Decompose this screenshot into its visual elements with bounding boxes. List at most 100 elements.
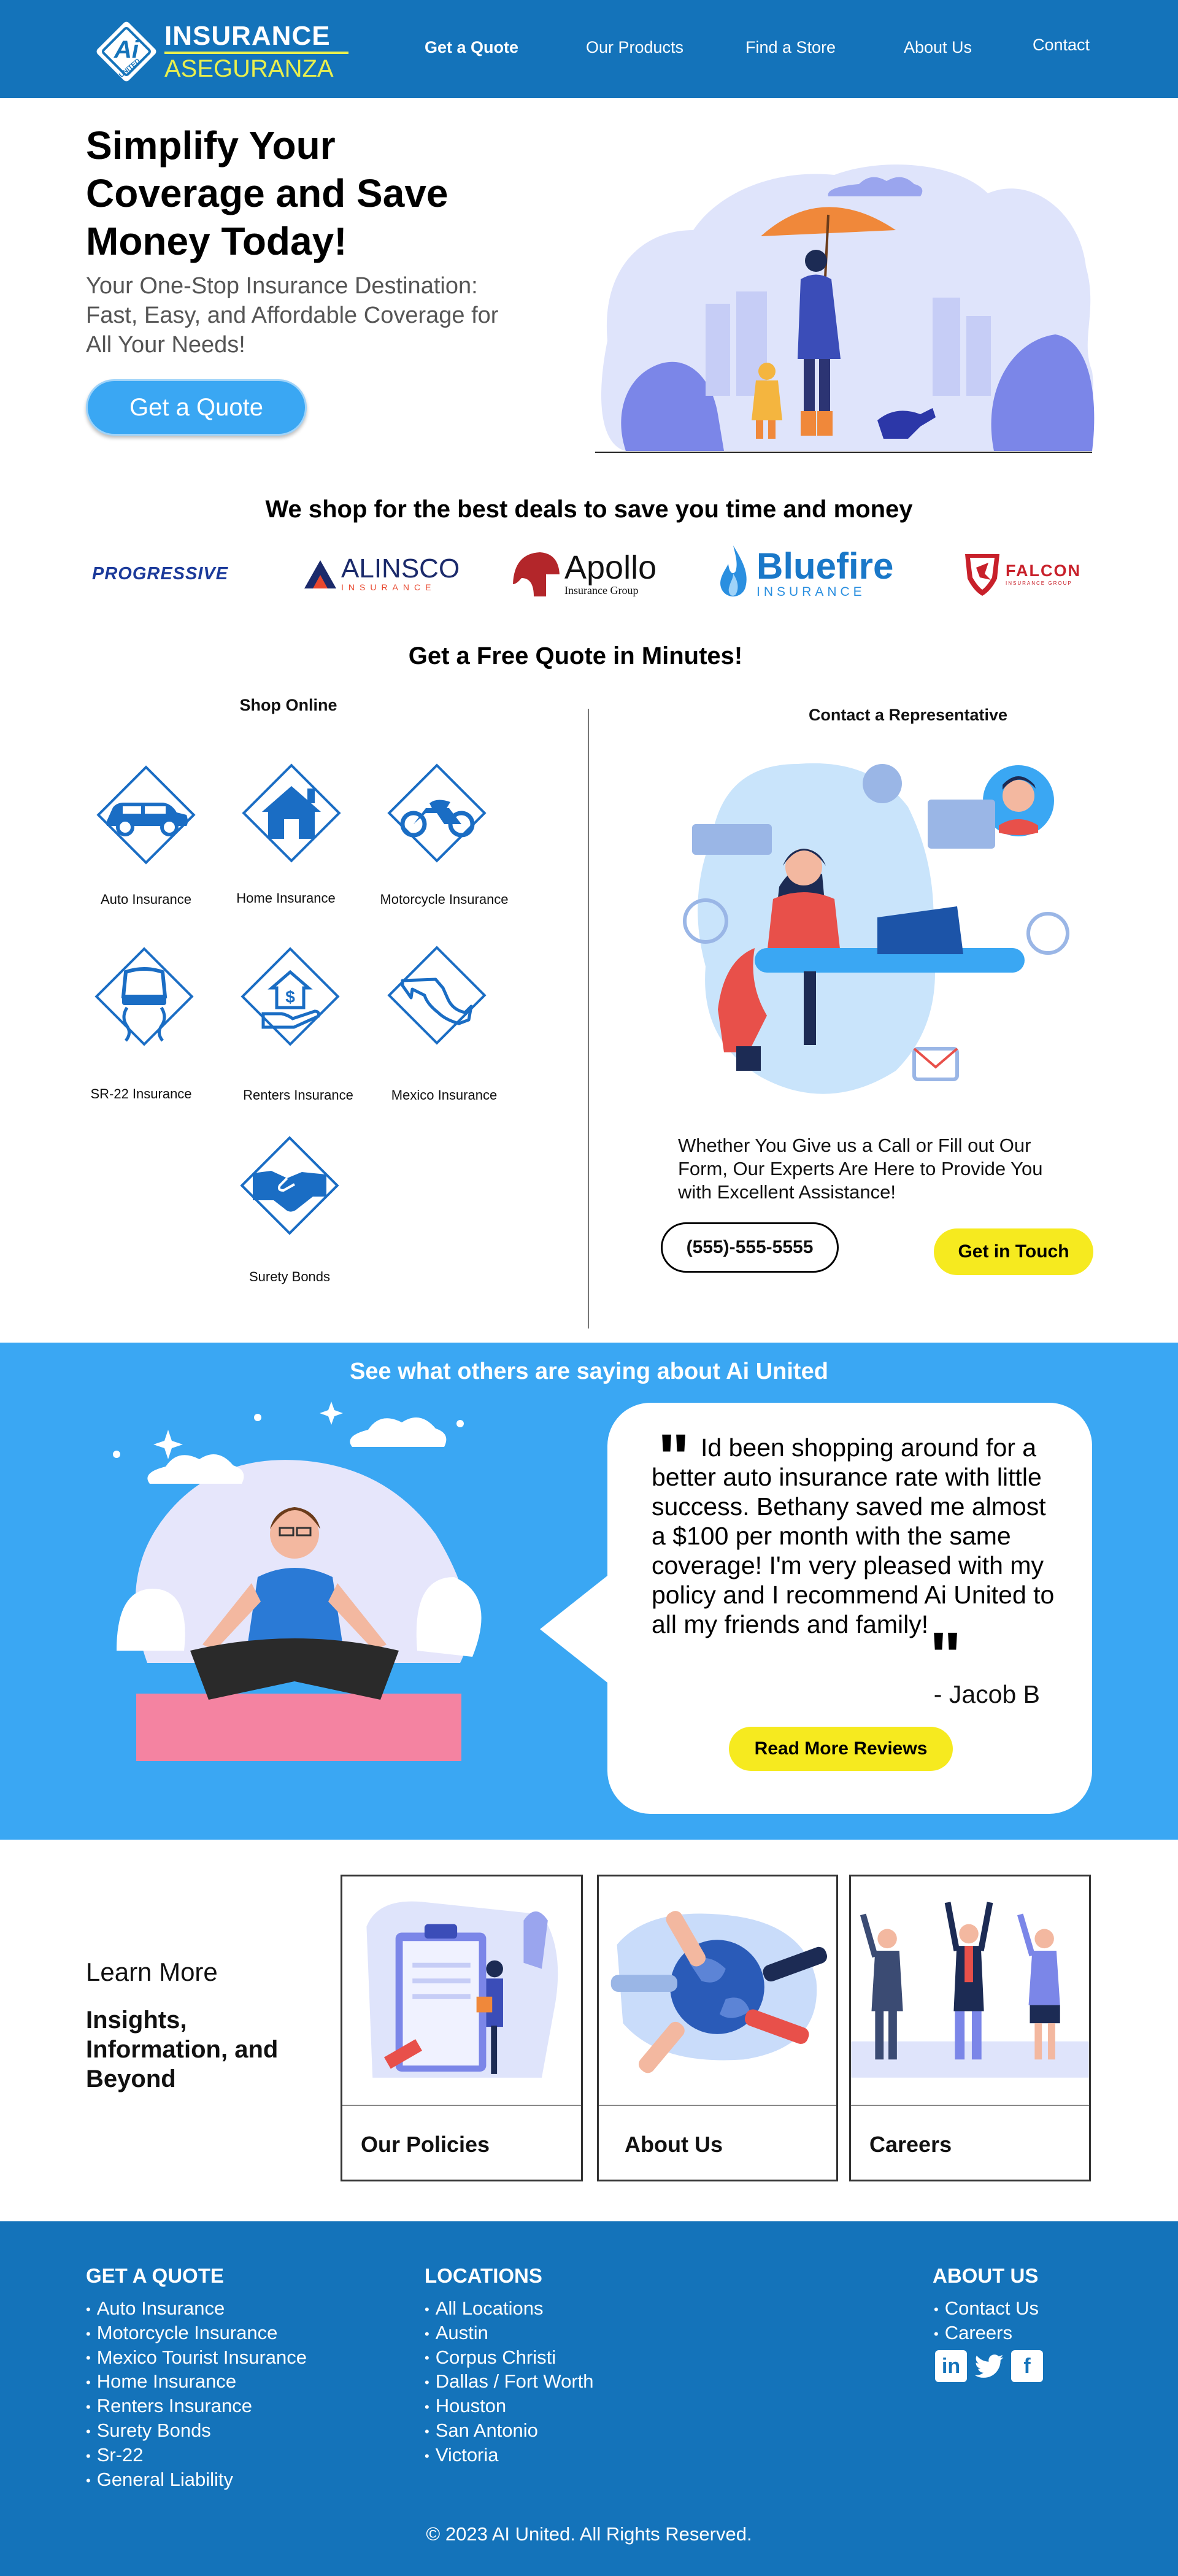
twitter-icon[interactable] — [972, 2349, 1006, 2383]
bluefire-flame-icon — [720, 546, 747, 596]
facebook-icon[interactable]: f — [1011, 2350, 1043, 2382]
hero-get-a-quote-button[interactable]: Get a Quote — [86, 379, 307, 436]
mexico-map-icon — [387, 946, 487, 1045]
twitter-bird-icon — [974, 2354, 1004, 2378]
contact-rep-title: Contact a Representative — [808, 706, 1008, 724]
partner-name: Bluefire — [756, 546, 894, 587]
falcon-shield-icon — [965, 554, 999, 596]
house-icon — [242, 763, 341, 863]
get-in-touch-button[interactable]: Get in Touch — [934, 1228, 1093, 1275]
logo-underline — [164, 52, 348, 54]
footer-link[interactable]: General Liability — [86, 2468, 307, 2493]
card-label[interactable]: About Us — [625, 2132, 723, 2158]
partner-sub: INSURANCE GROUP — [1006, 580, 1072, 586]
alinsco-mark-icon — [304, 560, 336, 588]
partner-name: Apollo — [564, 549, 657, 586]
copyright-text: © 2023 AI United. All Rights Reserved. — [426, 2523, 752, 2545]
footer-link[interactable]: Victoria — [425, 2443, 594, 2468]
card-about-us[interactable]: About Us — [597, 1875, 838, 2181]
meditating-man-illustration — [113, 1402, 482, 1761]
card-our-policies[interactable]: Our Policies — [341, 1875, 583, 2181]
footer-link[interactable]: Auto Insurance — [86, 2297, 307, 2321]
footer-link[interactable]: All Locations — [425, 2297, 594, 2321]
phone-button[interactable]: (555)-555-5555 — [661, 1222, 839, 1273]
teamwork-hands-illustration — [610, 1911, 828, 2073]
card-label[interactable]: Our Policies — [361, 2132, 490, 2158]
footer-link[interactable]: Sr-22 — [86, 2443, 307, 2468]
product-home-insurance[interactable] — [230, 752, 353, 874]
logo-badge-icon: Ai UNITED — [96, 21, 156, 82]
partner-logo-progressive: PROGRESSIVE — [92, 540, 228, 607]
nav-about-us[interactable]: About Us — [904, 38, 972, 57]
hand-house-dollar-icon: $ — [241, 947, 340, 1046]
footer-link[interactable]: Corpus Christi — [425, 2346, 594, 2370]
nav-get-a-quote[interactable]: Get a Quote — [425, 38, 518, 57]
footer-link[interactable]: Mexico Tourist Insurance — [86, 2346, 307, 2370]
footer-link[interactable]: Renters Insurance — [86, 2394, 307, 2419]
read-more-reviews-button[interactable]: Read More Reviews — [729, 1727, 953, 1771]
section-divider — [588, 709, 589, 1328]
partner-name: ALINSCO — [341, 553, 460, 584]
product-auto-insurance[interactable] — [85, 754, 207, 876]
handshake-icon — [240, 1136, 339, 1235]
nav-find-a-store[interactable]: Find a Store — [745, 38, 836, 57]
product-label[interactable]: Mexico Insurance — [364, 1087, 524, 1103]
product-label[interactable]: Auto Insurance — [66, 892, 226, 908]
partner-logo-apollo: Apollo Insurance Group — [509, 540, 669, 607]
learn-more-heading: Insights, Information, and Beyond — [86, 2007, 279, 2092]
nav-contact[interactable]: Contact — [1033, 36, 1090, 55]
testimonial-quote: Id been shopping around for a better aut… — [652, 1433, 1055, 1638]
product-label[interactable]: Renters Insurance — [218, 1087, 378, 1103]
footer-link[interactable]: Careers — [934, 2321, 1039, 2346]
learn-more-kicker: Learn More — [86, 1957, 218, 1986]
partner-name: PROGRESSIVE — [92, 563, 229, 584]
footer-about-links: Contact Us Careers — [934, 2297, 1039, 2346]
footer-link[interactable]: Austin — [425, 2321, 594, 2346]
product-motorcycle-insurance[interactable] — [375, 752, 498, 874]
linkedin-icon[interactable]: in — [935, 2350, 967, 2382]
footer-link[interactable]: San Antonio — [425, 2419, 594, 2443]
product-label[interactable]: Surety Bonds — [210, 1269, 369, 1285]
logo-aseguranza-text: ASEGURANZA — [164, 55, 334, 82]
partner-sub: INSURANCE — [341, 582, 436, 592]
footer-link[interactable]: Surety Bonds — [86, 2419, 307, 2443]
contact-rep-text: Whether You Give us a Call or Fill out O… — [678, 1135, 1043, 1203]
card-separator — [342, 2105, 581, 2106]
nav-our-products[interactable]: Our Products — [586, 38, 683, 57]
rainy-family-illustration — [595, 164, 1095, 453]
footer-link[interactable]: Home Insurance — [86, 2370, 307, 2394]
car-icon — [96, 765, 196, 865]
product-label[interactable]: SR-22 Insurance — [61, 1086, 221, 1102]
partners-heading: We shop for the best deals to save you t… — [265, 496, 913, 523]
hero-title: Simplify Your Coverage and Save Money To… — [86, 123, 448, 263]
product-surety-bonds[interactable] — [228, 1124, 351, 1247]
card-careers[interactable]: Careers — [849, 1875, 1091, 2181]
product-label[interactable]: Motorcycle Insurance — [364, 892, 524, 908]
footer-col-locations-title: LOCATIONS — [425, 2264, 542, 2287]
site-logo[interactable]: Ai UNITED INSURANCE ASEGURANZA — [92, 17, 350, 82]
testimonial-heading: See what others are saying about Ai Unit… — [350, 1359, 828, 1384]
partner-name: FALCON — [1006, 561, 1081, 580]
product-sr22-insurance[interactable] — [83, 935, 206, 1058]
speech-bubble-tail — [540, 1571, 614, 1687]
apollo-helmet-icon — [513, 552, 560, 596]
card-label[interactable]: Careers — [869, 2132, 952, 2158]
card-separator — [599, 2105, 836, 2106]
partner-sub: Insurance Group — [564, 584, 639, 596]
testimonial-author: - Jacob B — [933, 1680, 1040, 1708]
partner-logo-falcon: FALCON INSURANCE GROUP — [960, 540, 1101, 607]
footer-link[interactable]: Dallas / Fort Worth — [425, 2370, 594, 2394]
policies-illustration — [366, 1901, 558, 2078]
partner-sub: INSURANCE — [756, 585, 866, 599]
hero-subtitle: Your One-Stop Insurance Destination: Fas… — [86, 273, 499, 358]
partner-logo-alinsco: ALINSCO INSURANCE — [302, 540, 461, 607]
footer-link[interactable]: Contact Us — [934, 2297, 1039, 2321]
svg-text:$: $ — [285, 987, 295, 1006]
quote-heading: Get a Free Quote in Minutes! — [408, 642, 743, 669]
product-renters-insurance[interactable]: $ — [229, 935, 352, 1058]
partner-logo-bluefire: Bluefire INSURANCE — [715, 540, 905, 607]
footer-link[interactable]: Houston — [425, 2394, 594, 2419]
product-label[interactable]: Home Insurance — [206, 890, 366, 906]
footer-link[interactable]: Motorcycle Insurance — [86, 2321, 307, 2346]
product-mexico-insurance[interactable] — [375, 934, 498, 1057]
